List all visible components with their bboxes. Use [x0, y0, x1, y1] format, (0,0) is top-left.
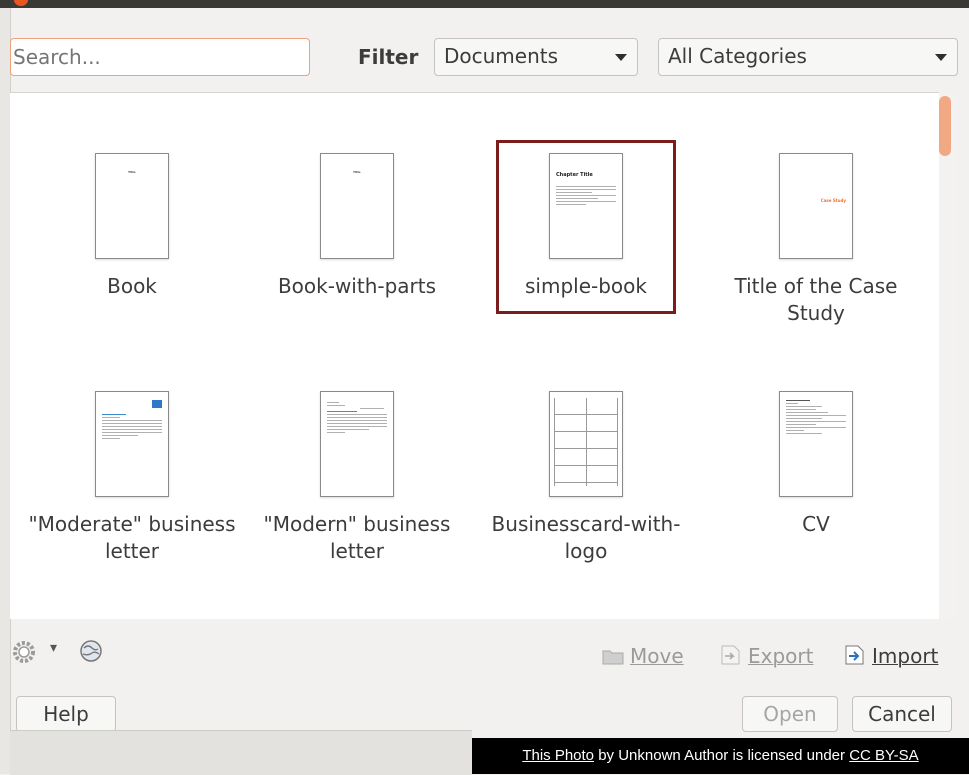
chevron-down-icon [615, 54, 627, 61]
category-value: All Categories [668, 44, 807, 68]
settings-gear-icon[interactable] [10, 638, 38, 672]
thumb-card-grid [554, 398, 618, 486]
open-button[interactable]: Open [742, 696, 838, 732]
export-icon [720, 645, 742, 665]
move-folder-icon [602, 646, 624, 665]
window-titlebar [0, 0, 969, 8]
template-thumbnail [320, 391, 394, 497]
cancel-button[interactable]: Cancel [852, 696, 952, 732]
help-button[interactable]: Help [16, 696, 116, 732]
move-button[interactable]: Move [602, 644, 684, 668]
filter-label: Filter [358, 45, 419, 69]
template-name: "Moderate" business letter [28, 512, 236, 563]
scrollbar-thumb[interactable] [939, 96, 951, 156]
template-name: CV [802, 512, 830, 536]
template-thumbnail [549, 391, 623, 497]
import-label: Import [872, 644, 939, 668]
template-tile-book-with-parts[interactable]: Title Book-with-parts [247, 153, 467, 300]
window-bottom-strip [10, 730, 472, 775]
thumb-text-lines [102, 414, 162, 441]
thumb-title: Title [353, 170, 361, 174]
thumb-title: Title [128, 170, 136, 174]
document-type-value: Documents [444, 44, 559, 68]
credit-text: by Unknown Author is licensed under [594, 747, 850, 764]
template-name: Businesscard-with-logo [491, 512, 681, 563]
template-thumbnail [95, 391, 169, 497]
dropdown-arrow-icon[interactable]: ▾ [50, 640, 57, 656]
export-button[interactable]: Export [720, 644, 813, 668]
template-tile-businesscard[interactable]: Businesscard-with-logo [476, 391, 696, 565]
thumb-title: Chapter Title [556, 172, 593, 178]
template-name: Title of the Case Study [734, 274, 898, 325]
chevron-down-icon [935, 54, 947, 61]
thumb-text-lines [327, 402, 387, 435]
document-type-select[interactable]: Documents [434, 38, 638, 76]
move-label: Move [630, 644, 684, 668]
template-tile-moderate-letter[interactable]: "Moderate" business letter [22, 391, 242, 565]
template-tile-book[interactable]: Title Book [22, 153, 242, 300]
template-thumbnail: Case Study [779, 153, 853, 259]
license-link[interactable]: CC BY-SA [849, 747, 918, 764]
photo-link[interactable]: This Photo [522, 747, 594, 764]
category-select[interactable]: All Categories [658, 38, 958, 76]
thumb-text-lines [556, 186, 616, 207]
thumb-title: Case Study [820, 198, 846, 203]
template-thumbnail: Title [320, 153, 394, 259]
template-grid: Title Book Title Book-with-parts Chapter… [10, 92, 939, 619]
thumb-text-lines [786, 400, 846, 436]
toolbar: Filter Documents All Categories [10, 8, 969, 92]
template-tile-cv[interactable]: CV [706, 391, 926, 538]
template-tile-simple-book[interactable]: Chapter Title simple-book [476, 153, 696, 300]
vertical-scrollbar[interactable] [939, 92, 957, 618]
template-thumbnail: Chapter Title [549, 153, 623, 259]
online-globe-icon[interactable] [78, 638, 104, 670]
template-name: "Modern" business letter [263, 512, 451, 563]
template-name: Book-with-parts [277, 274, 437, 298]
import-icon [844, 645, 866, 665]
template-thumbnail [779, 391, 853, 497]
template-name: simple-book [525, 274, 647, 298]
template-thumbnail: Title [95, 153, 169, 259]
thumb-logo [152, 400, 162, 408]
template-tile-case-study[interactable]: Case Study Title of the Case Study [706, 153, 926, 327]
photo-credit-banner: This Photo by Unknown Author is licensed… [472, 738, 969, 774]
template-name: Book [107, 274, 157, 298]
export-label: Export [748, 644, 814, 668]
template-tile-modern-letter[interactable]: "Modern" business letter [247, 391, 467, 565]
search-input[interactable] [10, 38, 310, 76]
close-window-icon[interactable] [14, 0, 28, 6]
import-button[interactable]: Import [844, 644, 938, 668]
